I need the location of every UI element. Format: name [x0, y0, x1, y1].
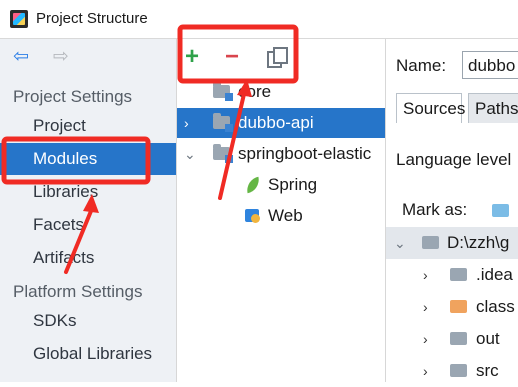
content-child-label: class [476, 297, 515, 316]
platform-settings-heading: Platform Settings [13, 282, 143, 301]
sidebar-item-modules[interactable]: Modules [0, 143, 176, 175]
tree-row-springboot-elastic[interactable]: ⌄ springboot-elastic [177, 139, 385, 169]
tree-row-label: dubbo-api [238, 113, 314, 132]
forward-arrow-icon[interactable]: ⇨ [53, 47, 69, 67]
name-label: Name: [396, 56, 447, 75]
language-level-label: Language level [396, 150, 512, 169]
sidebar-item-sdks[interactable]: SDKs [0, 305, 176, 337]
chevron-down-icon[interactable]: ⌄ [394, 227, 406, 259]
sidebar-item-artifacts[interactable]: Artifacts [0, 242, 176, 274]
module-tabs: Sources Paths [396, 93, 518, 123]
content-child-label: out [476, 329, 500, 348]
title-bar: Project Structure [0, 0, 518, 39]
folder-icon [450, 300, 467, 313]
tree-row-dubbo-api[interactable]: › dubbo-api [177, 108, 385, 138]
sidebar-item-libraries[interactable]: Libraries [0, 176, 176, 208]
intellij-app-icon [10, 10, 28, 28]
project-structure-sidebar: ⇦ ⇨ Project Settings Project Modules Lib… [0, 39, 177, 382]
content-root-path: D:\zzh\g [447, 233, 510, 252]
content-child-label: .idea [476, 265, 513, 284]
tree-row-core[interactable]: core [177, 77, 385, 107]
module-tree-panel: + − core › dubbo-api ⌄ springboot-elasti… [177, 39, 386, 382]
module-details-panel: Name: dubbo Sources Paths Language level… [386, 39, 518, 382]
module-folder-icon [213, 144, 233, 163]
content-child-label: src [476, 361, 499, 380]
chevron-right-icon[interactable]: › [423, 291, 428, 323]
content-child-row[interactable]: › src [386, 355, 518, 387]
folder-icon [450, 364, 467, 377]
spring-icon [245, 177, 261, 193]
project-settings-heading: Project Settings [13, 87, 133, 106]
chevron-right-icon[interactable]: › [423, 355, 428, 387]
mark-as-label: Mark as: [402, 200, 468, 219]
chevron-right-icon[interactable]: › [423, 323, 428, 355]
tree-row-spring[interactable]: Spring [177, 170, 385, 200]
sidebar-item-project[interactable]: Project [0, 110, 176, 142]
content-child-row[interactable]: › out [386, 323, 518, 355]
back-arrow-icon[interactable]: ⇦ [13, 47, 29, 67]
window-title: Project Structure [36, 10, 148, 27]
copy-icon[interactable] [267, 47, 288, 68]
module-folder-icon [213, 82, 233, 101]
tree-row-label: springboot-elastic [238, 144, 372, 163]
remove-module-button[interactable]: − [225, 45, 239, 69]
tree-row-label: core [238, 82, 272, 101]
folder-icon [450, 332, 467, 345]
module-folder-icon [213, 113, 233, 132]
folder-icon [450, 268, 467, 281]
tab-sources[interactable]: Sources [396, 93, 465, 123]
content-root-row[interactable]: ⌄ D:\zzh\g [386, 227, 518, 259]
add-module-button[interactable]: + [185, 45, 199, 69]
tree-row-label: Web [268, 206, 303, 225]
web-icon [245, 208, 261, 224]
chevron-right-icon[interactable]: › [423, 259, 428, 291]
chevron-right-icon[interactable]: › [184, 108, 189, 138]
chevron-down-icon[interactable]: ⌄ [184, 139, 196, 169]
tree-row-label: Spring [268, 175, 318, 194]
tree-row-web[interactable]: Web [177, 201, 385, 231]
sidebar-item-facets[interactable]: Facets [0, 209, 176, 241]
sources-folder-icon[interactable] [492, 204, 509, 217]
sidebar-item-global-libraries[interactable]: Global Libraries [0, 338, 176, 370]
content-child-row[interactable]: › class [386, 291, 518, 323]
tab-paths[interactable]: Paths [468, 93, 518, 123]
module-name-input[interactable]: dubbo [462, 51, 518, 79]
content-child-row[interactable]: › .idea [386, 259, 518, 291]
folder-icon [422, 236, 439, 249]
